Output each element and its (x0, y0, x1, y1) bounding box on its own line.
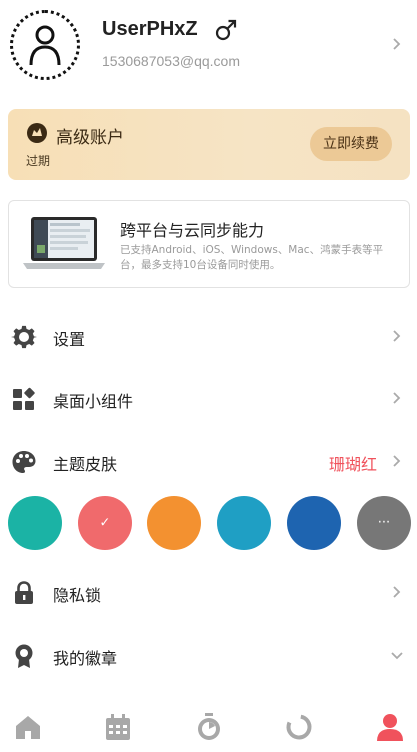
theme-swatch-blue[interactable] (287, 496, 341, 550)
premium-status: 过期 (26, 154, 51, 168)
user-outline-icon (29, 25, 61, 66)
more-dots-icon: ··· (377, 515, 391, 531)
chevron-right-icon (393, 586, 401, 598)
chevron-right-icon (393, 455, 401, 467)
sync-description: 已支持Android、iOS、Windows、Mac、鸿蒙手表等平台，最多支持1… (120, 244, 384, 271)
laptop-illustration (23, 217, 105, 269)
theme-swatch-cyan[interactable] (217, 496, 271, 550)
palette-icon (12, 451, 36, 473)
menu-item-badges[interactable]: 我的徽章 (0, 629, 417, 681)
premium-title: 高级账户 (56, 128, 124, 148)
chevron-right-icon (393, 392, 401, 404)
theme-swatch-teal[interactable] (8, 496, 62, 550)
menu-item-theme[interactable]: 主题皮肤 珊瑚红 (0, 435, 417, 487)
menu-item-privacy-lock[interactable]: 隐私锁 (0, 566, 417, 618)
theme-swatch-list: ✓ ··· (0, 496, 417, 552)
lock-icon (15, 581, 33, 604)
calendar-icon[interactable] (103, 712, 133, 742)
avatar[interactable] (10, 10, 80, 80)
bottom-navigation (0, 704, 417, 752)
menu-label-widgets: 桌面小组件 (53, 392, 134, 411)
theme-swatch-orange[interactable] (147, 496, 201, 550)
chevron-down-icon (391, 652, 403, 660)
timer-icon[interactable] (194, 712, 224, 742)
menu-item-widgets[interactable]: 桌面小组件 (0, 372, 417, 424)
menu-item-settings[interactable]: 设置 (0, 310, 417, 362)
sync-title: 跨平台与云同步能力 (120, 221, 265, 240)
theme-swatch-coral[interactable]: ✓ (78, 496, 132, 550)
username: UserPHxZ (102, 18, 198, 40)
theme-swatch-more[interactable]: ··· (357, 496, 411, 550)
chevron-right-icon (393, 38, 401, 50)
crown-icon (27, 123, 47, 143)
menu-label-settings: 设置 (53, 330, 86, 349)
menu-label-theme: 主题皮肤 (53, 455, 118, 474)
renew-button[interactable]: 立即续费 (310, 127, 392, 161)
premium-account-card[interactable]: 高级账户 过期 立即续费 (8, 109, 410, 180)
profile-icon[interactable] (375, 712, 405, 742)
gear-icon (11, 325, 37, 349)
male-gender-icon (215, 19, 237, 41)
current-theme-value: 珊瑚红 (328, 455, 377, 474)
sync-feature-card[interactable]: 跨平台与云同步能力 已支持Android、iOS、Windows、Mac、鸿蒙手… (8, 200, 410, 288)
check-icon: ✓ (99, 515, 111, 531)
menu-label-privacy: 隐私锁 (53, 586, 102, 605)
home-icon[interactable] (13, 712, 43, 742)
badge-ribbon-icon (15, 644, 33, 668)
menu-label-badges: 我的徽章 (53, 649, 118, 668)
profile-header[interactable]: UserPHxZ 1530687053@qq.com (0, 0, 417, 92)
user-email: 1530687053@qq.com (102, 53, 240, 69)
chevron-right-icon (393, 330, 401, 342)
stats-ring-icon[interactable] (284, 712, 314, 742)
widgets-icon (13, 387, 35, 410)
